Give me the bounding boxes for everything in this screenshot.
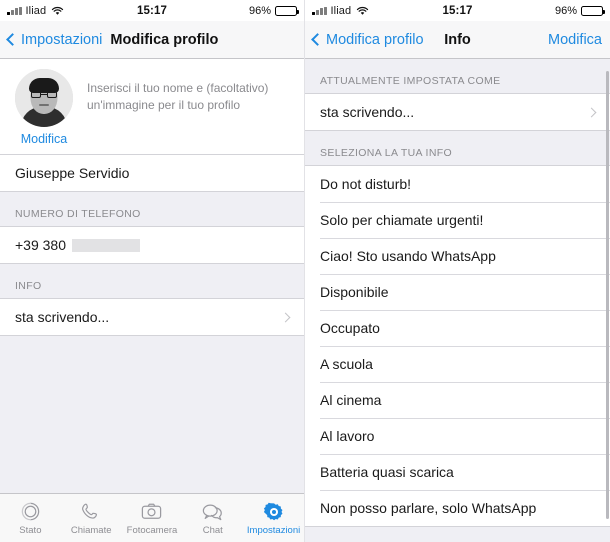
- list-item[interactable]: Al cinema: [305, 382, 610, 418]
- page-title: Modifica profilo: [110, 31, 219, 48]
- phone-number-value: +39 380: [15, 237, 66, 253]
- vertical-scrollbar[interactable]: [606, 71, 609, 519]
- list-item[interactable]: Occupato: [305, 310, 610, 346]
- clock-label: 15:17: [137, 4, 167, 17]
- current-status-value: sta scrivendo...: [320, 104, 415, 120]
- chevron-right-icon: [280, 312, 291, 322]
- phone-handset-icon: [79, 500, 104, 523]
- status-option-label: Ciao! Sto usando WhatsApp: [320, 248, 496, 264]
- profile-hint-line-1: Inserisci il tuo nome e (facoltativo): [87, 81, 269, 95]
- chevron-right-icon: [586, 107, 597, 117]
- back-button-label: Impostazioni: [21, 31, 103, 48]
- tab-chiamate[interactable]: Chiamate: [61, 500, 122, 536]
- tab-label: Chiamate: [70, 525, 112, 536]
- back-button-label: Modifica profilo: [326, 31, 424, 48]
- status-option-label: Solo per chiamate urgenti!: [320, 212, 484, 228]
- phone-section-header: NUMERO DI TELEFONO: [0, 192, 304, 226]
- phone-number-row: +39 380: [0, 227, 304, 263]
- status-option-label: Disponibile: [320, 284, 389, 300]
- tab-label: Chat: [202, 525, 223, 536]
- tab-label: Stato: [19, 525, 42, 536]
- right-scroll-area[interactable]: ATTUALMENTE IMPOSTATA COME sta scrivendo…: [305, 59, 610, 542]
- status-option-label: Batteria quasi scarica: [320, 464, 454, 480]
- status-option-label: Do not disturb!: [320, 176, 412, 192]
- bottom-filler: [0, 336, 304, 493]
- profile-name-value: Giuseppe Servidio: [15, 165, 130, 181]
- edit-button[interactable]: Modifica: [548, 32, 602, 48]
- camera-icon: [139, 500, 164, 523]
- info-section-header: INFO: [0, 264, 304, 298]
- list-item[interactable]: Al lavoro: [305, 418, 610, 454]
- redacted-number-block: [72, 238, 140, 252]
- left-screen: Iliad 15:17 96% Impostazioni Modifica pr…: [0, 0, 305, 542]
- current-status-row[interactable]: sta scrivendo...: [305, 94, 610, 130]
- dual-screenshot-container: Iliad 15:17 96% Impostazioni Modifica pr…: [0, 0, 610, 542]
- clock-label: 15:17: [442, 4, 473, 17]
- tab-bar: Stato Chiamate Fotocamera Chat Impostazi…: [0, 493, 304, 542]
- nav-bar-right: Modifica profilo Info Modifica: [305, 21, 610, 59]
- list-item[interactable]: Ciao! Sto usando WhatsApp: [305, 238, 610, 274]
- profile-avatar-image[interactable]: [15, 69, 73, 127]
- status-rings-icon: [18, 500, 43, 523]
- status-bar-left: Iliad 15:17 96%: [0, 0, 304, 21]
- gear-icon: [261, 500, 286, 523]
- tab-chat[interactable]: Chat: [182, 500, 243, 536]
- profile-hint-line-2: un'immagine per il tuo profilo: [87, 98, 241, 113]
- chevron-left-icon: [6, 33, 19, 46]
- chevron-left-icon: [311, 33, 324, 46]
- back-button-settings[interactable]: Impostazioni: [6, 31, 103, 48]
- status-option-label: Non posso parlare, solo WhatsApp: [320, 500, 537, 516]
- name-group: Giuseppe Servidio: [0, 155, 304, 192]
- list-item[interactable]: Batteria quasi scarica: [305, 454, 610, 490]
- current-status-header: ATTUALMENTE IMPOSTATA COME: [305, 59, 610, 93]
- phone-group: +39 380: [0, 226, 304, 264]
- tab-stato[interactable]: Stato: [0, 500, 61, 536]
- tab-label: Impostazioni: [246, 525, 301, 536]
- tab-label: Fotocamera: [126, 525, 178, 536]
- status-bar-right: Iliad 15:17 96%: [305, 0, 610, 21]
- list-item[interactable]: Non posso parlare, solo WhatsApp: [305, 490, 610, 526]
- battery-icon: [581, 5, 605, 16]
- status-option-label: Occupato: [320, 320, 380, 336]
- nav-bar-left: Impostazioni Modifica profilo: [0, 21, 304, 59]
- profile-hint-text: Inserisci il tuo nome e (facoltativo) un…: [87, 69, 268, 146]
- info-status-value: sta scrivendo...: [15, 309, 110, 325]
- info-group: sta scrivendo...: [0, 298, 304, 336]
- info-status-row[interactable]: sta scrivendo...: [0, 299, 304, 335]
- tab-impostazioni[interactable]: Impostazioni: [243, 500, 304, 536]
- profile-name-field[interactable]: Giuseppe Servidio: [0, 155, 304, 191]
- right-screen: Iliad 15:17 96% Modifica profilo Info Mo…: [305, 0, 610, 542]
- status-option-label: Al cinema: [320, 392, 382, 408]
- list-item[interactable]: Disponibile: [305, 274, 610, 310]
- left-scroll-area[interactable]: Modifica Inserisci il tuo nome e (facolt…: [0, 59, 304, 493]
- status-option-label: Al lavoro: [320, 428, 375, 444]
- current-status-group: sta scrivendo...: [305, 93, 610, 131]
- status-option-label: A scuola: [320, 356, 373, 372]
- profile-header-block: Modifica Inserisci il tuo nome e (facolt…: [0, 59, 304, 155]
- tab-fotocamera[interactable]: Fotocamera: [122, 500, 183, 536]
- back-button-edit-profile[interactable]: Modifica profilo: [311, 31, 424, 48]
- list-item[interactable]: Do not disturb!: [305, 166, 610, 202]
- choose-status-header: SELEZIONA LA TUA INFO: [305, 131, 610, 165]
- avatar-column: Modifica: [15, 69, 73, 146]
- edit-photo-link[interactable]: Modifica: [21, 132, 68, 146]
- status-options-group: Do not disturb! Solo per chiamate urgent…: [305, 165, 610, 527]
- battery-icon: [275, 5, 299, 16]
- list-item[interactable]: A scuola: [305, 346, 610, 382]
- list-item[interactable]: Solo per chiamate urgenti!: [305, 202, 610, 238]
- chat-bubbles-icon: [200, 500, 225, 523]
